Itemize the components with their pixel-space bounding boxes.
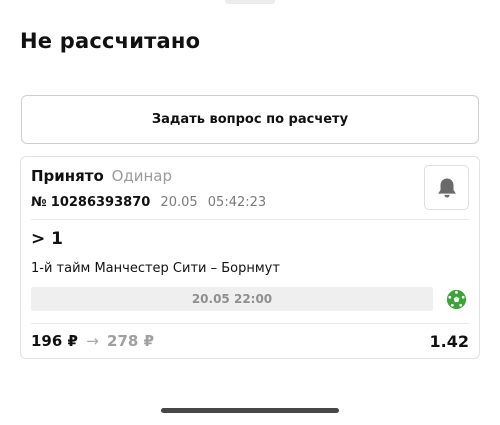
bet-status: Принято xyxy=(31,167,104,185)
notification-button[interactable] xyxy=(424,165,469,210)
page-title: Не рассчитано xyxy=(20,29,201,53)
bet-odds: 1.42 xyxy=(429,332,469,351)
payout-amount: 278 ₽ xyxy=(107,332,155,350)
bet-meta: № 10286393870 20.05 05:42:23 xyxy=(31,195,266,210)
arrow-icon: → xyxy=(86,332,99,350)
event-name: 1-й тайм Манчестер Сити – Борнмут xyxy=(31,261,280,276)
card-divider xyxy=(31,219,469,220)
bet-status-line: Принято Одинар xyxy=(31,167,172,185)
top-grabber xyxy=(225,0,275,4)
event-datetime-bar: 20.05 22:00 xyxy=(31,287,433,311)
stake-amount: 196 ₽ xyxy=(31,332,78,350)
bet-number-prefix: № xyxy=(31,195,47,210)
ask-question-button[interactable]: Задать вопрос по расчету xyxy=(21,95,479,144)
bet-outcome: > 1 xyxy=(31,229,63,249)
ask-question-label: Задать вопрос по расчету xyxy=(151,112,349,127)
event-datetime: 20.05 22:00 xyxy=(191,292,273,306)
stake-line: 196 ₽ → 278 ₽ xyxy=(31,332,154,350)
bet-number: 10286393870 xyxy=(50,195,151,210)
bell-icon xyxy=(437,177,456,198)
bet-type: Одинар xyxy=(111,167,173,185)
home-indicator xyxy=(161,408,339,413)
bet-date: 20.05 xyxy=(160,195,198,210)
bet-card: Принято Одинар № 10286393870 20.05 05:42… xyxy=(20,156,480,359)
bet-time: 05:42:23 xyxy=(207,195,267,210)
card-divider xyxy=(31,323,469,324)
soccer-ball-icon xyxy=(446,289,467,310)
